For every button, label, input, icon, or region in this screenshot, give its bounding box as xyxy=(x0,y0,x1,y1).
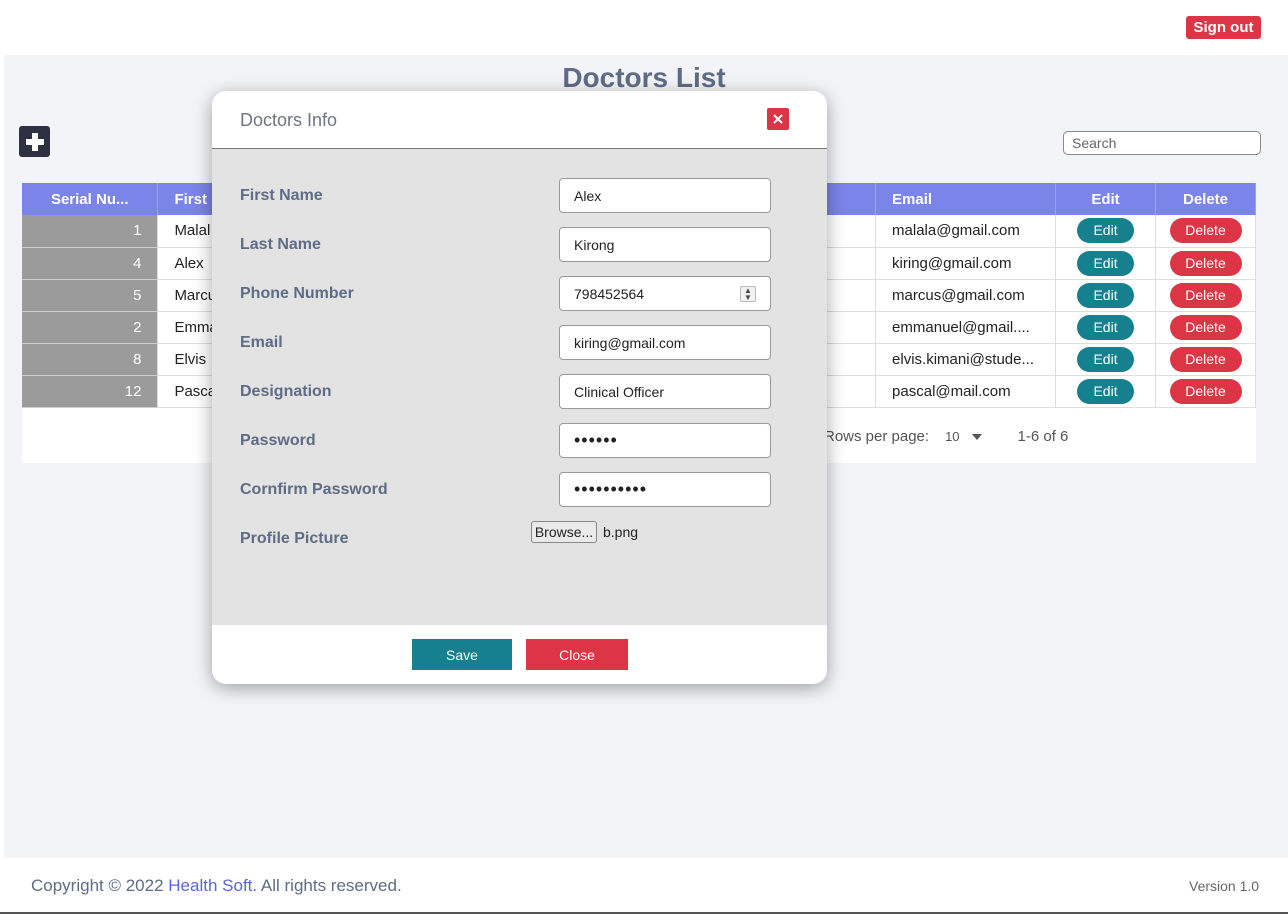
email-cell: pascal@mail.com xyxy=(875,375,1057,408)
first-name-field[interactable]: Alex xyxy=(559,178,771,213)
delete-cell: Delete xyxy=(1155,343,1256,376)
email-cell: emmanuel@gmail.... xyxy=(875,311,1057,344)
column-header-delete: Delete xyxy=(1155,183,1256,215)
edit-button[interactable]: Edit xyxy=(1077,346,1135,372)
browse-button[interactable]: Browse... xyxy=(531,521,597,543)
version-label: Version 1.0 xyxy=(1189,878,1260,894)
serial-cell: 12 xyxy=(22,375,159,408)
edit-button[interactable]: Edit xyxy=(1077,250,1135,276)
edit-button[interactable]: Edit xyxy=(1077,218,1135,244)
serial-cell: 8 xyxy=(22,343,159,376)
modal-close-button[interactable] xyxy=(767,108,789,130)
delete-cell: Delete xyxy=(1155,375,1256,408)
close-button[interactable]: Close xyxy=(526,639,628,670)
delete-button[interactable]: Delete xyxy=(1169,378,1242,404)
doctors-info-modal: Doctors Info First Name Alex Last Name K… xyxy=(212,91,827,684)
delete-button[interactable]: Delete xyxy=(1169,218,1242,244)
edit-cell: Edit xyxy=(1055,247,1156,280)
add-doctor-button[interactable] xyxy=(19,126,50,157)
edit-button[interactable]: Edit xyxy=(1077,314,1135,340)
rows-per-page-label: Rows per page: xyxy=(824,428,930,445)
email-cell: elvis.kimani@stude... xyxy=(875,343,1057,376)
edit-cell: Edit xyxy=(1055,343,1156,376)
designation-label: Designation xyxy=(240,383,332,400)
top-bar: Sign out xyxy=(0,0,1288,55)
sign-out-button[interactable]: Sign out xyxy=(1186,16,1261,39)
x-icon xyxy=(773,114,783,124)
phone-number-label: Phone Number xyxy=(240,285,354,302)
save-button[interactable]: Save xyxy=(412,639,512,670)
phone-number-field[interactable]: 798452564 ▲ ▼ xyxy=(559,276,771,311)
password-field[interactable]: •••••• xyxy=(559,423,771,458)
copyright-suffix: . All rights reserved. xyxy=(252,876,402,895)
pagination: Rows per page: 10 1-6 of 6 xyxy=(824,428,1068,445)
delete-cell: Delete xyxy=(1155,279,1256,312)
column-header-email[interactable]: Email xyxy=(875,183,1057,215)
confirm-password-field[interactable]: •••••••••• xyxy=(559,472,771,507)
delete-button[interactable]: Delete xyxy=(1169,314,1242,340)
designation-field[interactable]: Clinical Officer xyxy=(559,374,771,409)
profile-picture-label: Profile Picture xyxy=(240,530,349,547)
column-header-serial[interactable]: Serial Nu... xyxy=(22,183,159,215)
serial-cell: 2 xyxy=(22,311,159,344)
edit-cell: Edit xyxy=(1055,375,1156,408)
delete-button[interactable]: Delete xyxy=(1169,346,1242,372)
modal-header: Doctors Info xyxy=(212,91,827,149)
chevron-down-icon[interactable] xyxy=(971,433,982,440)
modal-title: Doctors Info xyxy=(240,110,338,130)
email-cell: malala@gmail.com xyxy=(875,215,1057,248)
delete-cell: Delete xyxy=(1155,215,1256,248)
copyright-prefix: Copyright © 2022 xyxy=(31,876,169,895)
edit-button[interactable]: Edit xyxy=(1077,378,1135,404)
edit-button[interactable]: Edit xyxy=(1077,282,1135,308)
email-field[interactable]: kiring@gmail.com xyxy=(559,325,771,360)
brand-link[interactable]: Health Soft xyxy=(168,876,252,895)
serial-cell: 1 xyxy=(22,215,159,248)
delete-cell: Delete xyxy=(1155,311,1256,344)
number-spinner[interactable]: ▲ ▼ xyxy=(740,286,756,302)
email-label: Email xyxy=(240,334,283,351)
email-cell: marcus@gmail.com xyxy=(875,279,1057,312)
confirm-password-label: Cornfirm Password xyxy=(240,481,388,498)
delete-cell: Delete xyxy=(1155,247,1256,280)
page-title: Doctors List xyxy=(562,62,726,93)
edit-cell: Edit xyxy=(1055,215,1156,248)
chevron-down-icon[interactable]: ▼ xyxy=(744,294,752,302)
serial-cell: 4 xyxy=(22,247,159,280)
copyright: Copyright © 2022 Health Soft. All rights… xyxy=(31,876,402,896)
delete-button[interactable]: Delete xyxy=(1169,282,1242,308)
search-input[interactable] xyxy=(1063,131,1261,155)
selected-file-name: b.png xyxy=(603,524,639,540)
serial-cell: 5 xyxy=(22,279,159,312)
first-name-label: First Name xyxy=(240,187,323,204)
password-label: Password xyxy=(240,432,316,449)
plus-icon xyxy=(25,132,44,151)
email-cell: kiring@gmail.com xyxy=(875,247,1057,280)
delete-button[interactable]: Delete xyxy=(1169,250,1242,276)
edit-cell: Edit xyxy=(1055,311,1156,344)
column-header-edit: Edit xyxy=(1055,183,1156,215)
modal-body: First Name Alex Last Name Kirong Phone N… xyxy=(212,149,827,625)
last-name-field[interactable]: Kirong xyxy=(559,227,771,262)
last-name-label: Last Name xyxy=(240,236,321,253)
rows-per-page-select[interactable]: 10 xyxy=(945,429,959,444)
edit-cell: Edit xyxy=(1055,279,1156,312)
phone-number-value: 798452564 xyxy=(574,285,645,302)
pagination-range: 1-6 of 6 xyxy=(1017,428,1069,445)
